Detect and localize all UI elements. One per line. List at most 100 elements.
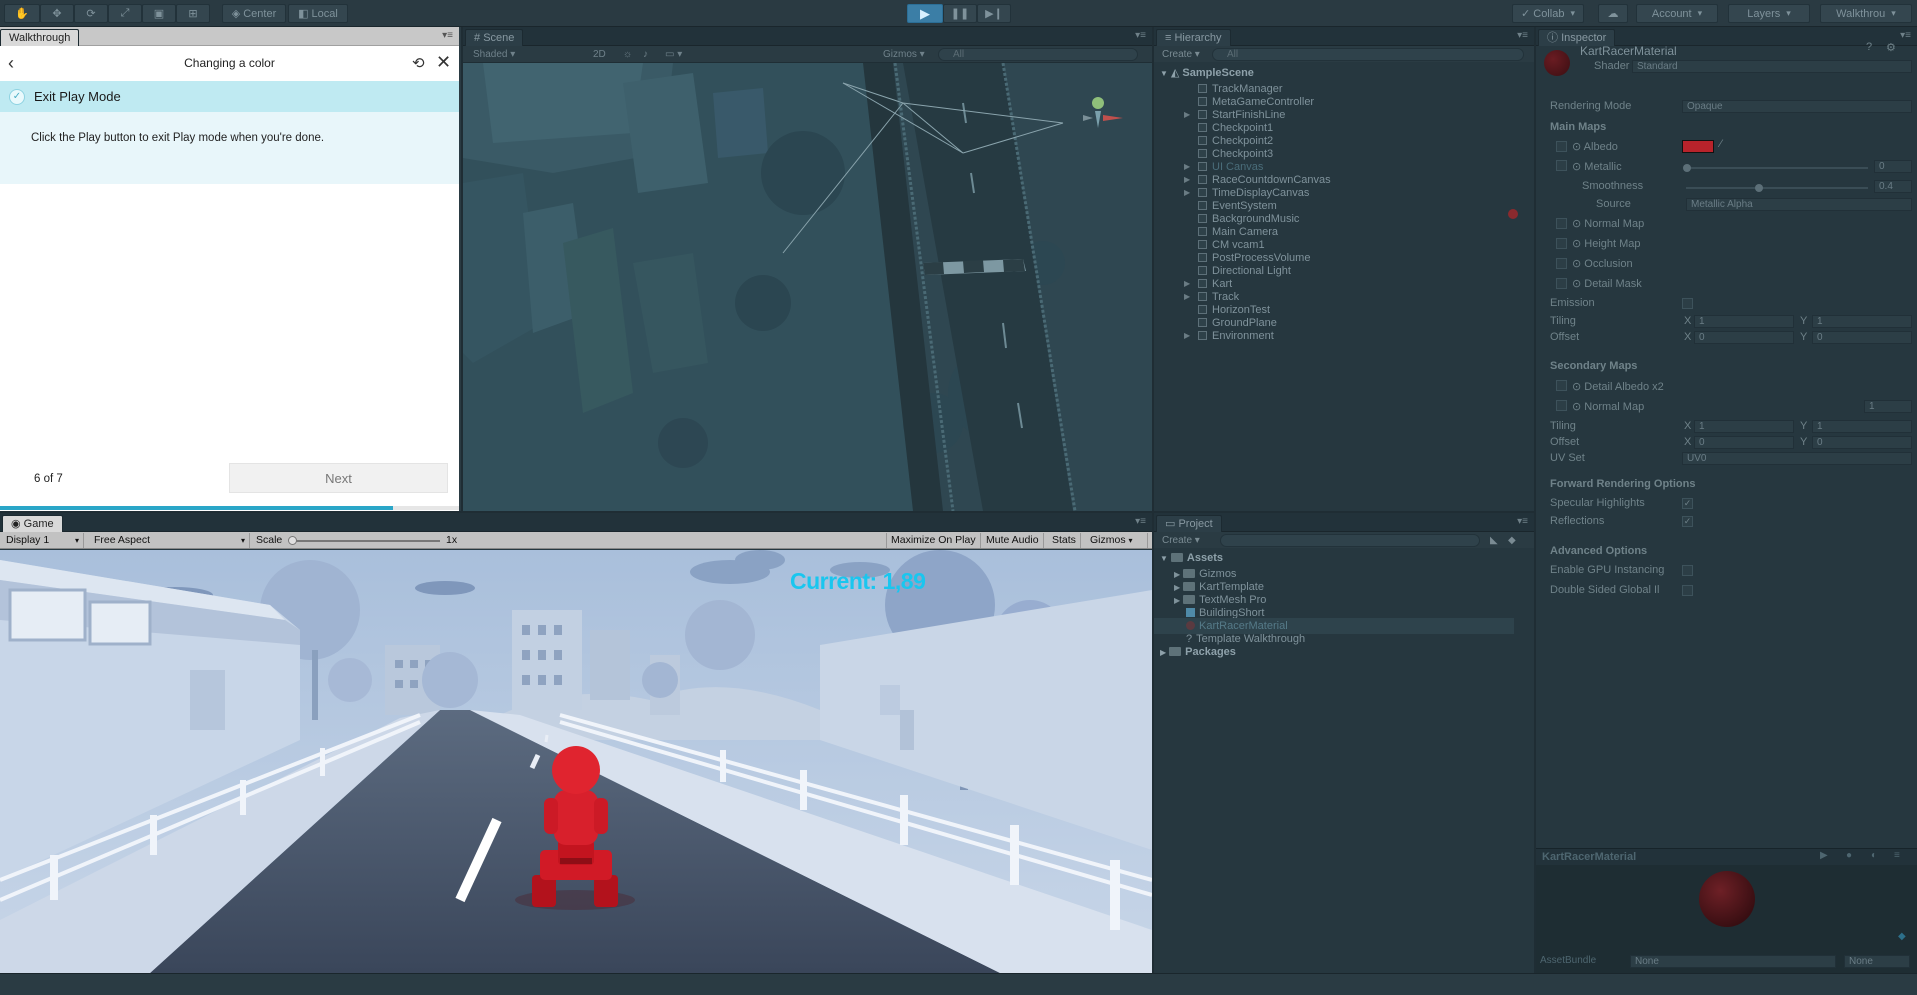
hand-tool-button[interactable]: ✋ <box>4 4 40 23</box>
panel-menu-icon[interactable]: ▾≡ <box>1900 30 1911 41</box>
expand-arrow-icon[interactable]: ▶ <box>1184 328 1190 344</box>
aspect-dropdown[interactable]: Free Aspect ▾ <box>90 533 250 548</box>
albedo-color-swatch[interactable] <box>1682 140 1714 153</box>
detail-mask-slot[interactable] <box>1556 278 1567 289</box>
tab-project[interactable]: ▭ Project <box>1156 515 1222 532</box>
scale-tool-button[interactable]: ⤢ <box>108 4 142 23</box>
expand-arrow-icon[interactable]: ▶ <box>1174 596 1180 605</box>
tab-hierarchy[interactable]: ≡ Hierarchy <box>1156 29 1231 46</box>
mute-audio-toggle[interactable]: Mute Audio <box>982 533 1044 548</box>
rotate-tool-button[interactable]: ⟳ <box>74 4 108 23</box>
metallic-value-field[interactable]: 0 <box>1874 160 1912 173</box>
scene-search-input[interactable]: All <box>938 48 1138 61</box>
pivot-center-button[interactable]: ◈ Center <box>222 4 286 23</box>
secondary-normal-slot[interactable] <box>1556 400 1567 411</box>
expand-arrow-icon[interactable]: ▶ <box>1184 107 1190 123</box>
assetbundle-variant-dropdown[interactable]: None <box>1844 955 1910 968</box>
step-button[interactable]: ▶❙ <box>977 4 1011 23</box>
expand-arrow-icon[interactable]: ▶ <box>1184 289 1190 305</box>
metallic-texture-slot[interactable] <box>1556 160 1567 171</box>
pause-button[interactable]: ❚❚ <box>943 4 977 23</box>
preview-light-icon[interactable]: ◐ <box>1871 850 1877 861</box>
secondary-normal-field[interactable]: 1 <box>1864 400 1912 413</box>
collab-dropdown[interactable]: ✓ Collab <box>1512 4 1584 23</box>
detail-albedo-slot[interactable] <box>1556 380 1567 391</box>
layers-dropdown[interactable]: Layers <box>1728 4 1810 23</box>
scale-slider[interactable] <box>292 540 440 542</box>
sec-tiling-x-field[interactable]: 1 <box>1694 420 1794 433</box>
audio-icon[interactable]: ♪ <box>643 48 648 61</box>
layout-dropdown[interactable]: Walkthrou <box>1820 4 1912 23</box>
assetbundle-dropdown[interactable]: None <box>1630 955 1836 968</box>
metallic-slider[interactable] <box>1686 167 1868 169</box>
panel-menu-icon[interactable]: ▾≡ <box>1135 30 1146 41</box>
tab-walkthrough[interactable]: Walkthrough <box>0 29 80 46</box>
smoothness-value-field[interactable]: 0.4 <box>1874 180 1912 193</box>
panel-menu-icon[interactable]: ▾≡ <box>1517 30 1528 41</box>
hierarchy-item[interactable]: ▶ Environment <box>1184 328 1274 344</box>
expand-arrow-icon[interactable]: ▼ <box>1160 69 1168 78</box>
normal-map-slot[interactable] <box>1556 218 1567 229</box>
expand-arrow-icon[interactable]: ▶ <box>1174 570 1180 579</box>
emission-checkbox[interactable] <box>1682 298 1693 309</box>
close-icon[interactable]: ✕ <box>436 52 451 73</box>
shader-dropdown[interactable]: Standard <box>1632 60 1912 73</box>
scale-slider-handle[interactable] <box>288 536 297 545</box>
cloud-button[interactable]: ☁ <box>1598 4 1628 23</box>
expand-arrow-icon[interactable]: ▶ <box>1174 583 1180 592</box>
albedo-texture-slot[interactable] <box>1556 141 1567 152</box>
offset-y-field[interactable]: 0 <box>1812 331 1912 344</box>
height-map-slot[interactable] <box>1556 238 1567 249</box>
account-dropdown[interactable]: Account <box>1636 4 1718 23</box>
double-sided-checkbox[interactable] <box>1682 585 1693 596</box>
shading-dropdown[interactable]: Shaded ▾ <box>473 48 583 61</box>
expand-arrow-icon[interactable]: ▼ <box>1160 554 1168 563</box>
panel-menu-icon[interactable]: ▾≡ <box>442 30 453 41</box>
maximize-on-play-toggle[interactable]: Maximize On Play <box>886 533 981 548</box>
transform-tool-button[interactable]: ⊞ <box>176 4 210 23</box>
scene-viewport[interactable] <box>463 63 1152 511</box>
metallic-slider-handle[interactable] <box>1683 164 1691 172</box>
filter-label-icon[interactable]: ◆ <box>1504 534 1520 547</box>
settings-gear-icon[interactable]: ⚙ <box>1886 41 1896 54</box>
play-button[interactable]: ▶ <box>907 4 943 23</box>
rendering-mode-dropdown[interactable]: Opaque <box>1682 100 1912 113</box>
assets-folder[interactable]: ▼ Assets <box>1160 550 1223 566</box>
offset-x-field[interactable]: 0 <box>1694 331 1794 344</box>
next-button[interactable]: Next <box>229 463 448 493</box>
packages-folder[interactable]: ▶ Packages <box>1160 644 1236 660</box>
preview-play-icon[interactable]: ▶ <box>1820 850 1828 861</box>
stats-toggle[interactable]: Stats <box>1048 533 1081 548</box>
tab-scene[interactable]: # Scene <box>465 29 524 46</box>
game-viewport[interactable]: Current: 1,89 <box>0 550 1152 973</box>
filter-type-icon[interactable]: ◣ <box>1486 534 1502 547</box>
space-local-button[interactable]: ◧ Local <box>288 4 348 23</box>
project-search-input[interactable] <box>1220 534 1480 547</box>
move-tool-button[interactable]: ✥ <box>40 4 74 23</box>
reflections-checkbox[interactable]: ✓ <box>1682 516 1693 527</box>
preview-menu-icon[interactable]: ≡ <box>1894 850 1900 861</box>
source-dropdown[interactable]: Metallic Alpha <box>1686 198 1912 211</box>
lighting-icon[interactable]: ☼ <box>623 48 632 61</box>
tag-icon[interactable]: ◆ <box>1898 931 1906 942</box>
effects-icon[interactable]: ▭ ▾ <box>665 48 682 61</box>
project-create-dropdown[interactable]: Create ▾ <box>1158 534 1204 547</box>
game-gizmos-dropdown[interactable]: Gizmos ▾ <box>1086 533 1148 548</box>
gpu-instancing-checkbox[interactable] <box>1682 565 1693 576</box>
uv-set-dropdown[interactable]: UV0 <box>1682 452 1912 465</box>
smoothness-slider[interactable] <box>1686 187 1868 189</box>
scene-root[interactable]: ▼ ◭ SampleScene <box>1160 65 1254 81</box>
sec-offset-x-field[interactable]: 0 <box>1694 436 1794 449</box>
scene-gizmos-dropdown[interactable]: Gizmos ▾ <box>883 48 925 61</box>
smoothness-slider-handle[interactable] <box>1754 184 1763 192</box>
preview-sphere-icon[interactable]: ● <box>1846 850 1852 861</box>
hierarchy-create-dropdown[interactable]: Create ▾ <box>1158 48 1204 61</box>
display-dropdown[interactable]: Display 1 ▾ <box>2 533 84 548</box>
eyedropper-icon[interactable]: ⁄ <box>1720 138 1722 150</box>
expand-arrow-icon[interactable]: ▶ <box>1184 185 1190 201</box>
help-icon[interactable]: ? <box>1866 41 1872 53</box>
rect-tool-button[interactable]: ▣ <box>142 4 176 23</box>
tab-game[interactable]: ◉ Game <box>2 515 63 532</box>
hierarchy-search-input[interactable]: All <box>1212 48 1524 61</box>
sec-tiling-y-field[interactable]: 1 <box>1812 420 1912 433</box>
